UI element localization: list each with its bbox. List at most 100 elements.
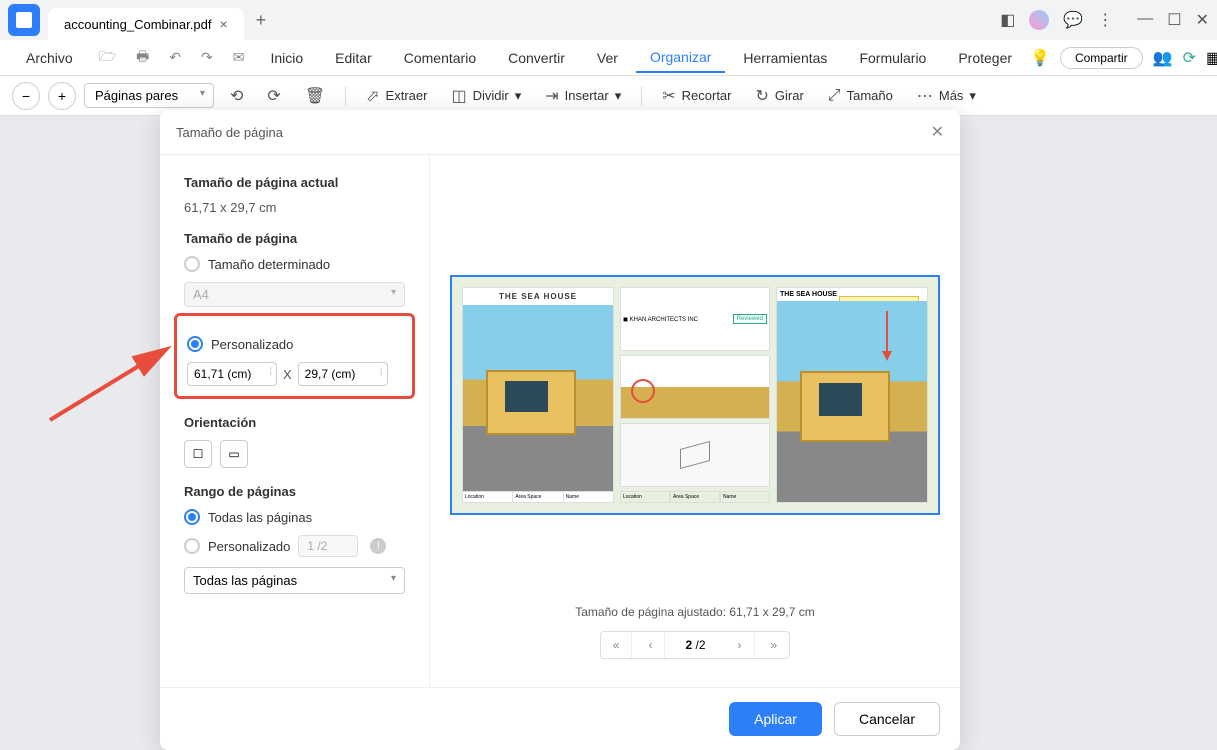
adjusted-size-text: Tamaño de página ajustado: 61,71 x 29,7 …	[575, 605, 815, 619]
more-icon[interactable]: ⋮	[1097, 10, 1113, 30]
new-tab-button[interactable]: +	[256, 10, 267, 31]
custom-size-highlight: Personalizado 61,71 (cm) X 29,7 (cm)	[174, 313, 415, 399]
preset-size-radio[interactable]	[184, 256, 200, 272]
redo-icon[interactable]: ↷	[193, 49, 221, 66]
close-button[interactable]: ✕	[1196, 10, 1209, 30]
all-pages-label: Todas las páginas	[208, 510, 312, 525]
custom-size-label: Personalizado	[211, 337, 293, 352]
pager-prev[interactable]: ‹	[636, 632, 665, 658]
page-preview: THE SEA HOUSE LocationArea SpaceName ◼ K…	[450, 275, 940, 515]
minimize-button[interactable]: —	[1137, 10, 1153, 30]
custom-size-radio[interactable]	[187, 336, 203, 352]
zoom-out-button[interactable]: −	[12, 82, 40, 110]
info-icon[interactable]: !	[370, 538, 386, 554]
custom-size-inputs: 61,71 (cm) X 29,7 (cm)	[187, 362, 402, 386]
dialog-header: Tamaño de página ✕	[160, 110, 960, 155]
dialog-footer: Aplicar Cancelar	[160, 687, 960, 750]
reviewed-badge: Reviewed	[733, 314, 767, 324]
pager-first[interactable]: «	[601, 632, 633, 658]
crop-button[interactable]: ✂Recortar	[654, 82, 739, 110]
share-icon[interactable]: 👥	[1153, 48, 1173, 68]
preview-image-3	[777, 301, 927, 502]
current-size-label: Tamaño de página actual	[184, 175, 405, 190]
cancel-button[interactable]: Cancelar	[834, 702, 940, 736]
print-icon[interactable]: 🖶	[128, 46, 157, 70]
menu-formulario[interactable]: Formulario	[845, 44, 940, 72]
custom-size-radio-row[interactable]: Personalizado	[187, 336, 402, 352]
app-logo[interactable]	[8, 4, 40, 36]
dialog-body: Tamaño de página actual 61,71 x 29,7 cm …	[160, 155, 960, 687]
tab-close-icon[interactable]: ×	[219, 16, 227, 32]
page-filter-select[interactable]: Páginas pares	[84, 83, 214, 108]
crop-icon: ✂	[662, 86, 675, 106]
custom-range-label: Personalizado	[208, 539, 290, 554]
preview-panel-1: THE SEA HOUSE LocationArea SpaceName	[462, 287, 614, 503]
document-tab[interactable]: accounting_Combinar.pdf ×	[48, 8, 244, 40]
sync-icon[interactable]: ⟳	[1183, 48, 1196, 68]
rotate-right-button[interactable]: ⟳	[259, 82, 288, 110]
open-icon[interactable]: 🗁	[91, 46, 124, 70]
preview-pager: « ‹ 2 /2 › »	[600, 631, 790, 659]
delete-button[interactable]: 🗑	[297, 82, 333, 110]
menu-archivo[interactable]: Archivo	[12, 44, 87, 72]
dialog-preview-panel: THE SEA HOUSE LocationArea SpaceName ◼ K…	[430, 155, 960, 687]
pager-last[interactable]: »	[759, 632, 790, 658]
rotate-left-icon: ⟲	[230, 86, 243, 106]
menu-herramientas[interactable]: Herramientas	[729, 44, 841, 72]
menu-convertir[interactable]: Convertir	[494, 44, 579, 72]
menu-comentario[interactable]: Comentario	[390, 44, 490, 72]
bulb-icon[interactable]: 💡	[1030, 48, 1050, 68]
current-size-value: 61,71 x 29,7 cm	[184, 200, 405, 215]
user-avatar[interactable]	[1029, 10, 1049, 30]
titlebar: accounting_Combinar.pdf × + ◧ 💬 ⋮ — ☐ ✕	[0, 0, 1217, 40]
pager-next[interactable]: ›	[726, 632, 755, 658]
menu-proteger[interactable]: Proteger	[944, 44, 1026, 72]
orientation-label: Orientación	[184, 415, 405, 430]
notification-icon[interactable]: ◧	[1000, 10, 1015, 30]
preview-title-1: THE SEA HOUSE	[463, 288, 613, 305]
titlebar-right: ◧ 💬 ⋮ — ☐ ✕	[1000, 10, 1209, 30]
more-dots-icon: ⋯	[917, 86, 933, 106]
dialog-close-button[interactable]: ✕	[931, 122, 944, 142]
menu-editar[interactable]: Editar	[321, 44, 386, 72]
apply-button[interactable]: Aplicar	[729, 702, 822, 736]
landscape-button[interactable]: ▭	[220, 440, 248, 468]
preview-panel-2: ◼ KHAN ARCHITECTS INC Reviewed LocationA…	[620, 287, 770, 503]
all-pages-radio-row[interactable]: Todas las páginas	[184, 509, 405, 525]
extract-button[interactable]: ⬀Extraer	[358, 82, 435, 110]
size-button[interactable]: ⤢Tamaño	[820, 83, 901, 109]
width-input[interactable]: 61,71 (cm)	[187, 362, 277, 386]
menu-inicio[interactable]: Inicio	[256, 44, 317, 72]
layout-icon[interactable]: ▦	[1206, 48, 1217, 68]
menu-ver[interactable]: Ver	[583, 44, 632, 72]
maximize-button[interactable]: ☐	[1167, 10, 1181, 30]
rotate-button[interactable]: ↻Girar	[748, 82, 812, 110]
custom-range-radio[interactable]	[184, 538, 200, 554]
page-range-select[interactable]: Todas las páginas	[184, 567, 405, 594]
chat-icon[interactable]: 💬	[1063, 10, 1083, 30]
custom-range-radio-row[interactable]: Personalizado !	[184, 535, 405, 557]
more-button[interactable]: ⋯Más▾	[909, 82, 984, 110]
preview-measurements	[620, 355, 770, 419]
insert-button[interactable]: ⇥Insertar▾	[537, 82, 629, 110]
zoom-in-button[interactable]: +	[48, 82, 76, 110]
dialog-settings-panel: Tamaño de página actual 61,71 x 29,7 cm …	[160, 155, 430, 687]
tab-title: accounting_Combinar.pdf	[64, 17, 211, 32]
portrait-button[interactable]: ☐	[184, 440, 212, 468]
preset-size-select: A4	[184, 282, 405, 307]
preset-size-radio-row[interactable]: Tamaño determinado	[184, 256, 405, 272]
share-button[interactable]: Compartir	[1060, 47, 1143, 69]
height-input[interactable]: 29,7 (cm)	[298, 362, 388, 386]
all-pages-radio[interactable]	[184, 509, 200, 525]
divider	[641, 86, 642, 106]
page-range-label: Rango de páginas	[184, 484, 405, 499]
rotate-right-icon: ⟳	[267, 86, 280, 106]
rotate-left-button[interactable]: ⟲	[222, 82, 251, 110]
split-button[interactable]: ◫Dividir▾	[443, 82, 529, 110]
split-icon: ◫	[451, 86, 466, 106]
custom-range-input	[298, 535, 358, 557]
menu-organizar[interactable]: Organizar	[636, 43, 725, 73]
mail-icon[interactable]: ✉	[225, 49, 253, 66]
size-icon: ⤢	[828, 87, 841, 105]
undo-icon[interactable]: ↶	[161, 49, 189, 66]
